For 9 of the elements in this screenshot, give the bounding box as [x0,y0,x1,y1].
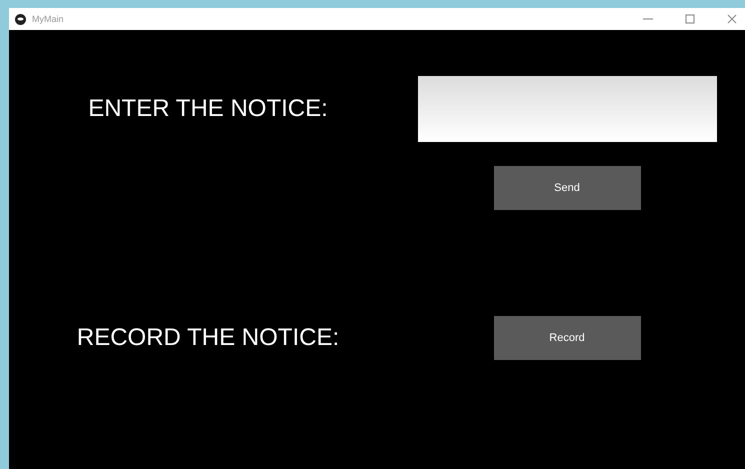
maximize-icon[interactable] [685,14,695,24]
send-button[interactable]: Send [494,166,640,210]
notice-input-field[interactable] [418,76,716,142]
window-title: MyMain [32,14,65,24]
record-label: RECORD THE NOTICE: [76,324,340,352]
close-icon[interactable] [727,14,737,24]
notice-label: ENTER THE NOTICE: [88,95,328,123]
app-icon [15,14,26,24]
record-button[interactable]: Record [494,316,640,360]
